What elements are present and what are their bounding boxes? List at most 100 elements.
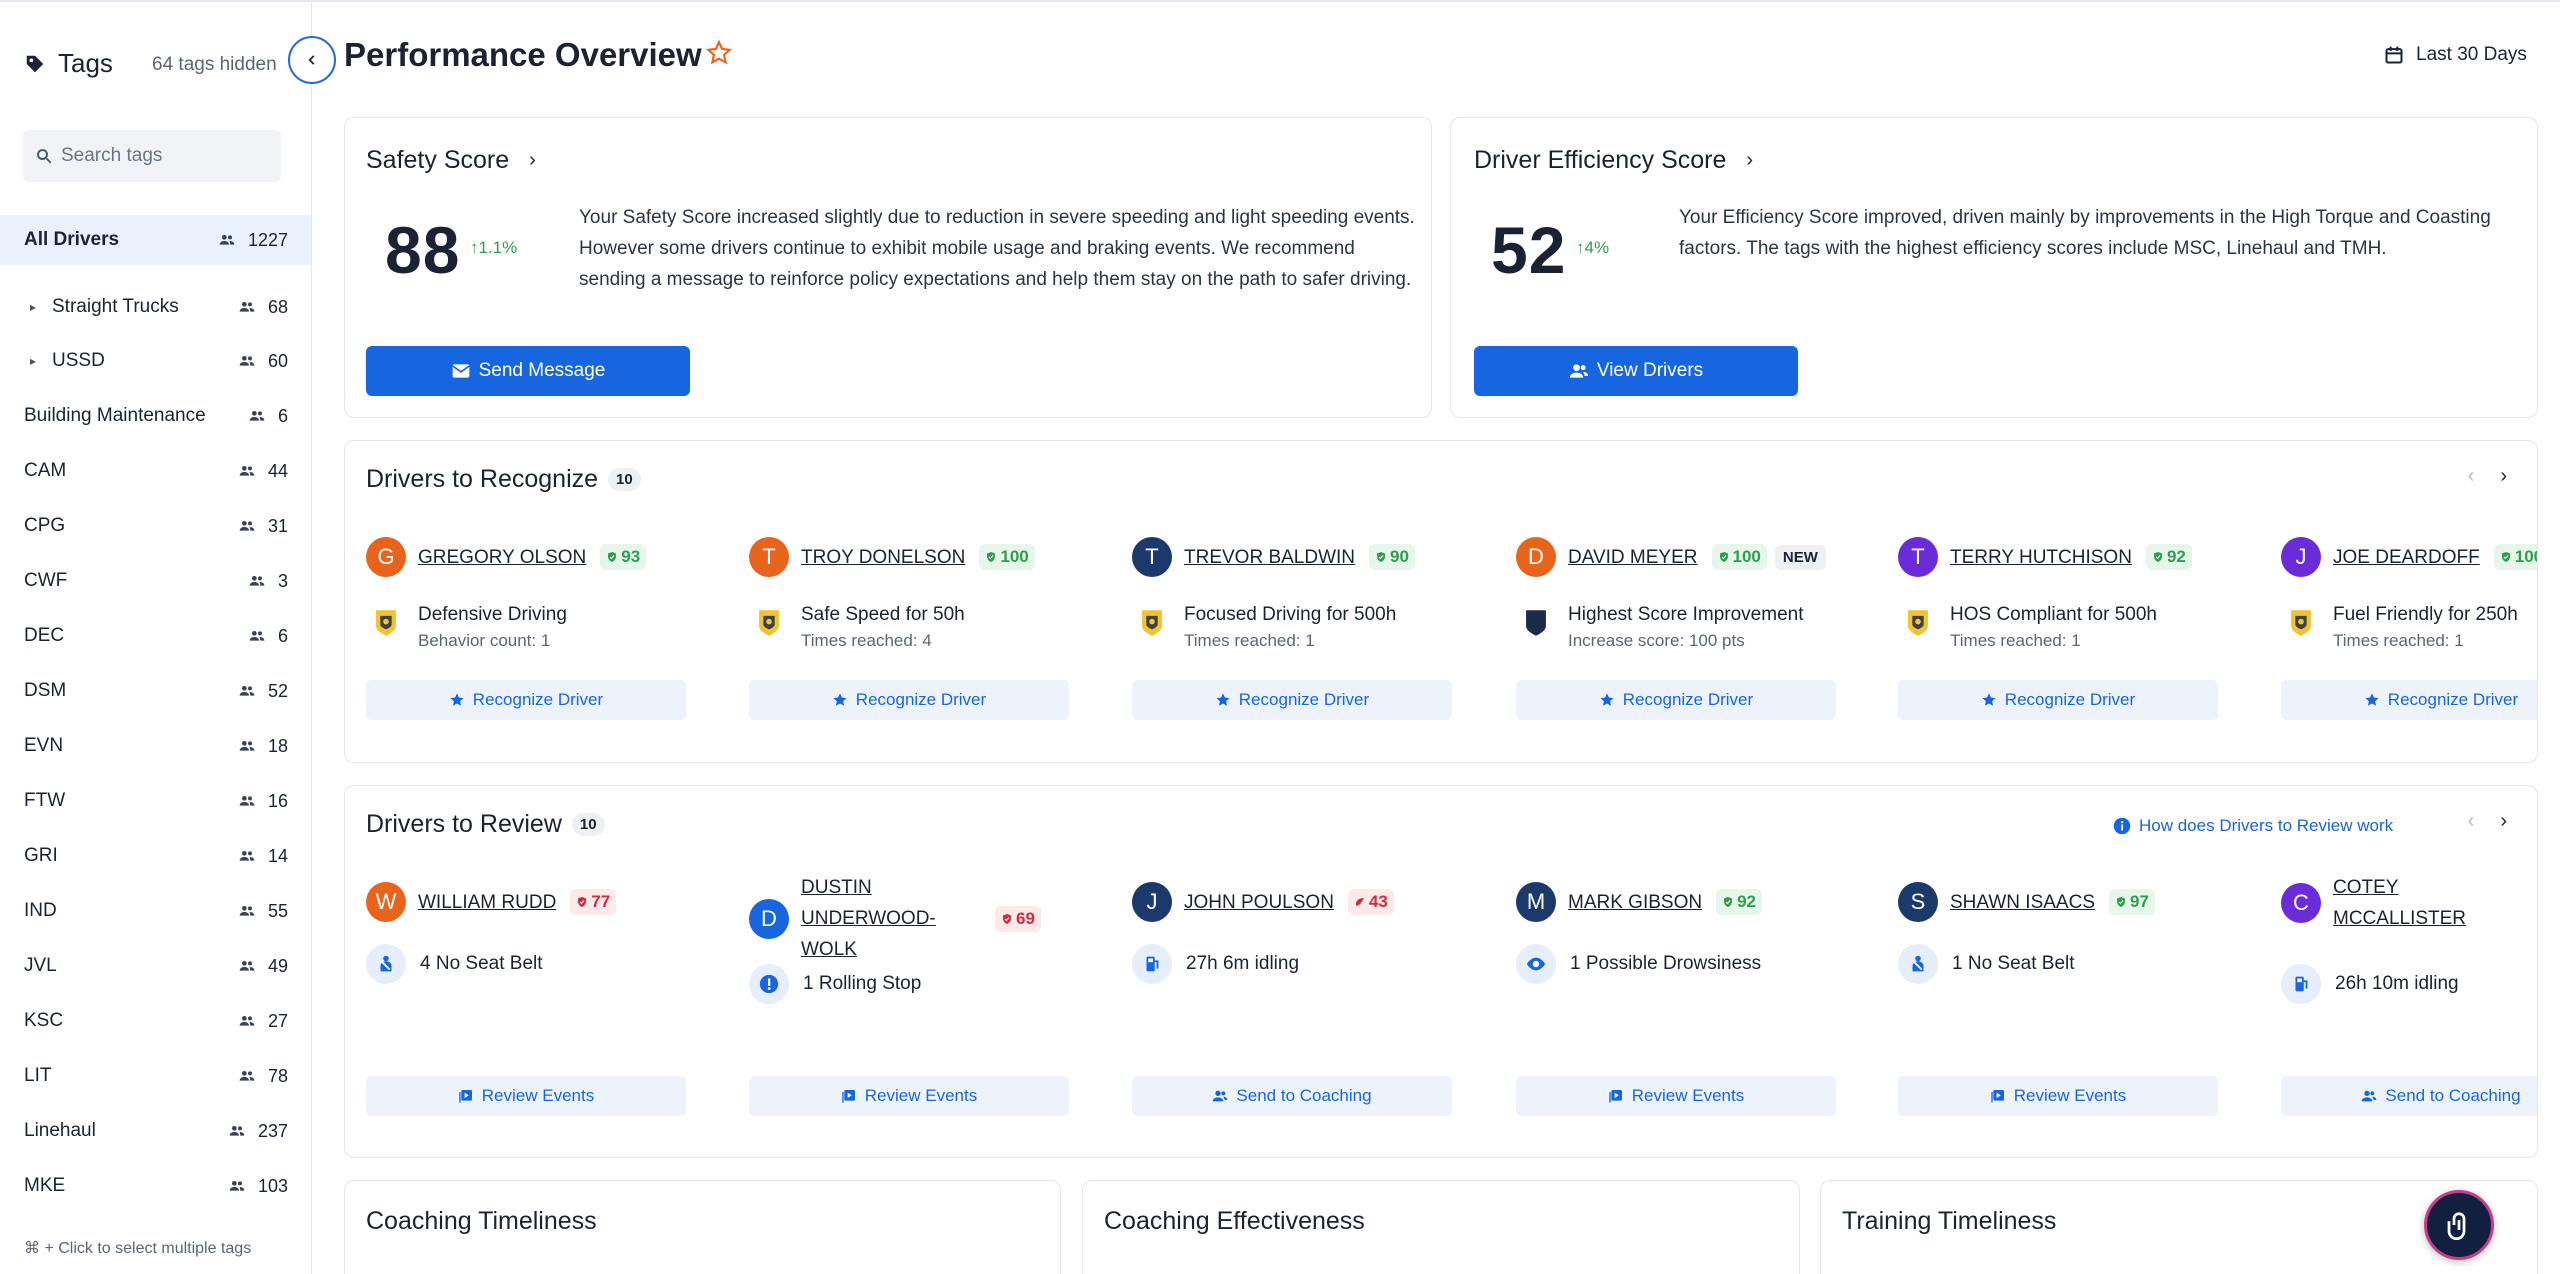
- caret-right-icon[interactable]: ▸: [30, 300, 40, 314]
- tag-item[interactable]: Linehaul 237: [0, 1106, 311, 1156]
- achievement-detail: Times reached: 1: [1184, 631, 1315, 650]
- achievement-badge-icon: [1132, 603, 1172, 643]
- review-events-button[interactable]: Review Events: [1898, 1076, 2218, 1116]
- send-to-coaching-button[interactable]: Send to Coaching: [1132, 1076, 1452, 1116]
- review-action-label: Review Events: [1631, 1086, 1745, 1105]
- search-input[interactable]: [61, 145, 261, 167]
- driver-name-link[interactable]: DAVID MEYER: [1568, 542, 1698, 573]
- driver-name-link[interactable]: TREVOR BALDWIN: [1184, 542, 1355, 573]
- driver-name-link[interactable]: DUSTIN UNDERWOOD-WOLK: [801, 872, 981, 965]
- shield-icon: [2117, 897, 2125, 907]
- top-border: [0, 0, 2560, 2]
- review-events-button[interactable]: Review Events: [366, 1076, 686, 1116]
- review-event-text: 1 No Seat Belt: [1952, 953, 2075, 974]
- tag-item-label: Building Maintenance: [24, 405, 206, 426]
- tag-item[interactable]: DSM 52: [0, 666, 311, 716]
- chevron-left-icon[interactable]: ‹: [2468, 465, 2475, 488]
- tag-item-label-wrap: IND: [24, 900, 236, 922]
- efficiency-score-title[interactable]: Driver Efficiency Score ›: [1474, 146, 1753, 175]
- driver-name-link[interactable]: SHAWN ISAACS: [1950, 887, 2095, 918]
- review-action-label: Review Events: [481, 1086, 595, 1105]
- tag-item[interactable]: FTW 16: [0, 776, 311, 826]
- chevron-right-icon[interactable]: ›: [2500, 465, 2507, 488]
- tag-item[interactable]: GRI 14: [0, 831, 311, 881]
- recognize-driver-button[interactable]: Recognize Driver: [1132, 680, 1452, 720]
- people-icon: [2362, 1090, 2377, 1102]
- support-chat-button[interactable]: [2424, 1190, 2494, 1260]
- favorite-star-icon[interactable]: [706, 40, 732, 66]
- send-message-button[interactable]: Send Message: [366, 346, 690, 396]
- recognize-driver-label: Recognize Driver: [472, 690, 604, 709]
- recognize-driver-button[interactable]: Recognize Driver: [2281, 680, 2537, 720]
- chevron-right-icon[interactable]: ›: [2500, 810, 2507, 833]
- coaching-effectiveness-card: Coaching Effectiveness: [1082, 1180, 1800, 1274]
- recognize-driver-button[interactable]: Recognize Driver: [1516, 680, 1836, 720]
- safety-score-pill: 90: [1369, 544, 1415, 570]
- collapse-sidebar-button[interactable]: [288, 36, 336, 84]
- review-action-label: Send to Coaching: [1236, 1086, 1372, 1105]
- tag-item[interactable]: All Drivers 1227: [0, 215, 311, 265]
- tag-item-label: GRI: [24, 845, 58, 866]
- people-icon: [1569, 364, 1589, 378]
- safety-score-title[interactable]: Safety Score ›: [366, 146, 536, 175]
- recognize-driver-button[interactable]: Recognize Driver: [749, 680, 1069, 720]
- score-pill-value: 97: [2130, 892, 2149, 911]
- review-events-button[interactable]: Review Events: [1516, 1076, 1836, 1116]
- send-to-coaching-button[interactable]: Send to Coaching: [2281, 1076, 2537, 1116]
- tag-item-label-wrap: Linehaul: [24, 1120, 226, 1142]
- review-action-label: Send to Coaching: [2385, 1086, 2521, 1105]
- tag-item[interactable]: CWF 3: [0, 556, 311, 606]
- tag-item[interactable]: KSC 27: [0, 996, 311, 1046]
- eye-icon: [1516, 944, 1556, 984]
- view-drivers-button[interactable]: View Drivers: [1474, 346, 1798, 396]
- tag-item[interactable]: CPG 31: [0, 501, 311, 551]
- tag-item[interactable]: CAM 44: [0, 446, 311, 496]
- driver-name-link[interactable]: COTEY MCCALLISTER: [2333, 872, 2513, 934]
- tag-item[interactable]: EVN 18: [0, 721, 311, 771]
- tag-item-label-wrap: MKE: [24, 1175, 226, 1197]
- date-range-button[interactable]: Last 30 Days: [2384, 44, 2527, 66]
- people-icon: [239, 906, 255, 916]
- how-review-works-link[interactable]: How does Drivers to Review work: [2113, 816, 2393, 836]
- safety-score-pill: 93: [600, 544, 647, 570]
- driver-name-link[interactable]: JOHN POULSON: [1184, 887, 1334, 918]
- date-range-label: Last 30 Days: [2416, 44, 2527, 65]
- driver-name-link[interactable]: MARK GIBSON: [1568, 887, 1702, 918]
- seatbelt-icon: [1898, 944, 1938, 984]
- shield-check-icon: [1377, 552, 1386, 562]
- recognize-driver-label: Recognize Driver: [2387, 690, 2519, 709]
- how-review-works-label: How does Drivers to Review work: [2139, 816, 2394, 835]
- driver-name-link[interactable]: JOE DEARDOFF: [2333, 542, 2480, 573]
- driver-name-link[interactable]: GREGORY OLSON: [418, 542, 586, 573]
- tag-item-count: 18: [236, 736, 288, 757]
- tag-item-count-value: 3: [277, 570, 288, 591]
- achievement-detail: Behavior count: 1: [418, 631, 551, 650]
- review-events-button[interactable]: Review Events: [749, 1076, 1069, 1116]
- caret-right-icon[interactable]: ▸: [30, 354, 40, 368]
- tag-item[interactable]: DEC 6: [0, 611, 311, 661]
- avatar: J: [2281, 537, 2321, 577]
- safety-score-pill: 100: [1711, 544, 1767, 570]
- avatar: J: [1132, 882, 1172, 922]
- tag-item[interactable]: Building Maintenance 6: [0, 391, 311, 441]
- driver-name-link[interactable]: TROY DONELSON: [801, 542, 965, 573]
- tag-item[interactable]: ▸ Straight Trucks 68: [0, 282, 311, 332]
- chevron-left-icon[interactable]: ‹: [2468, 810, 2475, 833]
- search-tags[interactable]: [23, 130, 281, 182]
- tag-item[interactable]: JVL 49: [0, 941, 311, 991]
- tag-item[interactable]: LIT 78: [0, 1051, 311, 1101]
- multi-select-hint: ⌘ + Click to select multiple tags: [24, 1240, 252, 1257]
- driver-name-link[interactable]: TERRY HUTCHISON: [1950, 542, 2132, 573]
- seatbelt-icon-glyph: [380, 955, 392, 972]
- driver-name-link[interactable]: WILLIAM RUDD: [418, 887, 556, 918]
- recognize-driver-button[interactable]: Recognize Driver: [366, 680, 686, 720]
- tag-item[interactable]: MKE 103: [0, 1161, 311, 1211]
- alert-icon: [749, 964, 789, 1004]
- tag-item[interactable]: ▸ USSD 60: [0, 336, 311, 386]
- recognize-driver-button[interactable]: Recognize Driver: [1898, 680, 2218, 720]
- tag-item[interactable]: IND 55: [0, 886, 311, 936]
- achievement-detail: Times reached: 1: [1950, 631, 2081, 650]
- review-driver-card: W WILLIAM RUDD 77 4 No Seat Belt Review Even…: [366, 882, 686, 1142]
- people-icon: [219, 235, 235, 245]
- recognize-driver-card: T TERRY HUTCHISON 92 HOS Compliant for 500h…: [1898, 537, 2218, 737]
